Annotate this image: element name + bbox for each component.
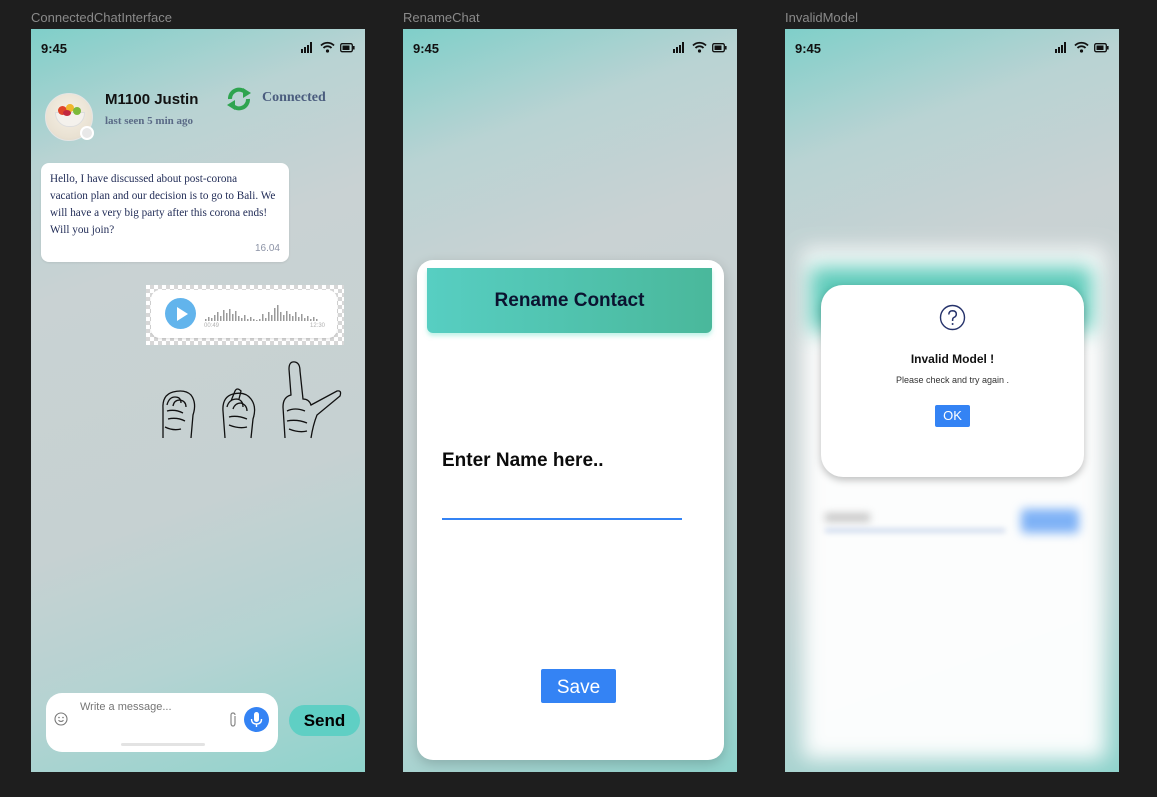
name-field-label: Enter Name here..: [442, 450, 604, 471]
ok-button[interactable]: OK: [935, 405, 970, 427]
alert-title: Invalid Model !: [910, 352, 995, 366]
status-time: 9:45: [413, 41, 440, 56]
status-bar: 9:45: [785, 29, 1119, 67]
name-input[interactable]: [442, 490, 682, 520]
message-composer: [46, 693, 278, 752]
question-icon: [939, 304, 966, 336]
frame-label-invalid: InvalidModel: [785, 10, 858, 25]
message-time: 16.04: [254, 243, 280, 254]
wifi-icon: [320, 41, 335, 53]
rename-title: Rename Contact: [494, 290, 645, 311]
invalid-model-alert: Invalid Model ! Please check and try aga…: [821, 285, 1084, 477]
invalid-screen: 9:45 Invalid Model ! Please check and tr…: [785, 29, 1119, 772]
voice-note: 00:49 12:30: [146, 285, 344, 345]
smile-icon[interactable]: [54, 712, 68, 731]
message-input[interactable]: [80, 699, 190, 737]
signal-icon: [301, 41, 315, 53]
signal-icon: [1055, 41, 1069, 53]
frame-label-rename: RenameChat: [403, 10, 480, 25]
alert-message: Please check and try again .: [895, 375, 1010, 385]
message-text: Hello, I have discussed about post-coron…: [50, 173, 276, 236]
status-time: 9:45: [795, 41, 822, 56]
rename-header: Rename Contact: [427, 268, 712, 333]
blurred-input: [825, 529, 1005, 532]
voice-elapsed: 00:49: [204, 323, 220, 329]
play-icon[interactable]: [165, 298, 196, 329]
connection-status: Connected: [262, 90, 326, 105]
blurred-label: [825, 513, 870, 522]
status-time: 9:45: [41, 41, 68, 56]
battery-icon: [712, 43, 727, 53]
status-bar: 9:45: [403, 29, 737, 67]
sync-icon: [225, 85, 253, 118]
rename-screen: 9:45 Rename Contact Enter Name here.. Sa…: [403, 29, 737, 772]
battery-icon: [340, 43, 355, 53]
blurred-button: [1021, 509, 1079, 533]
signal-icon: [673, 41, 687, 53]
save-button[interactable]: Save: [541, 669, 616, 703]
chat-screen: 9:45 M1100 Justin last seen 5 min ago Co…: [31, 29, 365, 772]
battery-icon: [1094, 43, 1109, 53]
mic-button[interactable]: [244, 707, 269, 732]
message-bubble[interactable]: Hello, I have discussed about post-coron…: [41, 163, 289, 262]
rename-dialog: Rename Contact Enter Name here.. Save: [417, 260, 724, 760]
wifi-icon: [692, 41, 707, 53]
last-seen: last seen 5 min ago: [105, 115, 193, 127]
send-button[interactable]: Send: [289, 705, 360, 736]
mic-icon: [250, 712, 263, 727]
paperclip-icon[interactable]: [228, 712, 238, 733]
hand-sign-icon: [162, 361, 342, 439]
wifi-icon: [1074, 41, 1089, 53]
contact-name[interactable]: M1100 Justin: [105, 91, 198, 108]
status-bar: 9:45: [31, 29, 365, 67]
waveform: [205, 305, 318, 321]
presence-dot: [80, 126, 94, 140]
home-indicator: [121, 743, 205, 746]
voice-duration: 12:30: [309, 323, 325, 329]
frame-label-chat: ConnectedChatInterface: [31, 10, 172, 25]
